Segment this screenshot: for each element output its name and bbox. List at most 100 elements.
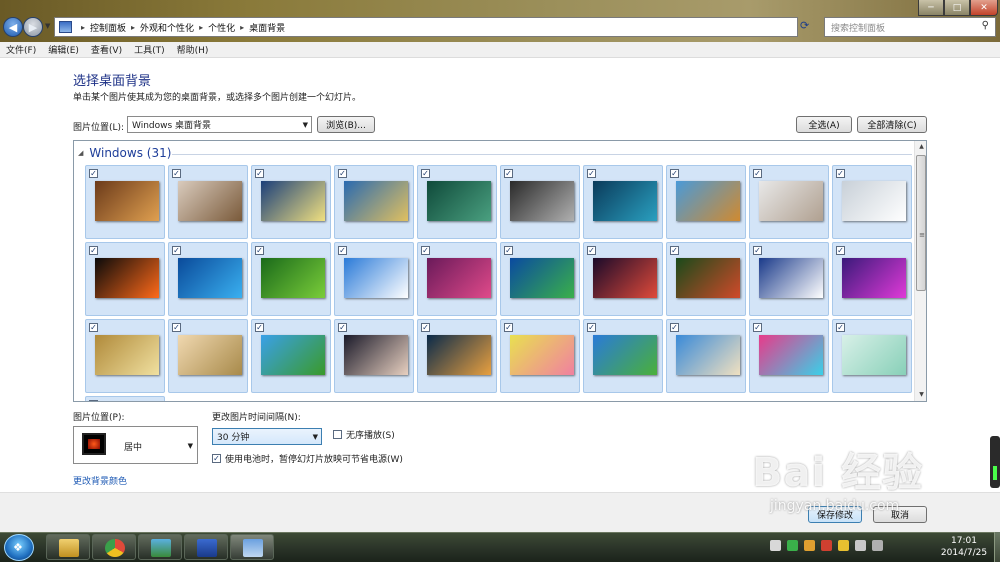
checkbox-checked[interactable]: ✓ [753,246,762,255]
checkbox-checked[interactable]: ✓ [836,169,845,178]
wallpaper-thumbnail[interactable]: ✓ [583,242,663,316]
keyboard-icon[interactable] [770,540,781,551]
search-input[interactable]: 搜索控制面板 ⚲ [824,17,996,37]
wallpaper-thumbnail[interactable]: ✓ [334,319,414,393]
taskbar-explorer[interactable] [46,534,90,560]
maximize-button[interactable]: □ [944,0,970,16]
menu-file[interactable]: 文件(F) [6,43,36,56]
checkbox-checked[interactable]: ✓ [421,246,430,255]
checkbox-checked[interactable]: ✓ [504,246,513,255]
checkbox-checked[interactable]: ✓ [255,169,264,178]
picture-position-dropdown[interactable]: 居中 ▼ [73,426,198,464]
network-icon[interactable] [855,540,866,551]
clear-all-button[interactable]: 全部清除(C) [857,116,927,133]
scrollbar-thumb[interactable]: ≡ [916,155,926,291]
checkbox-checked[interactable]: ✓ [504,323,513,332]
security-icon[interactable] [787,540,798,551]
checkbox-checked[interactable]: ✓ [587,246,596,255]
menu-edit[interactable]: 编辑(E) [48,43,79,56]
wallpaper-thumbnail[interactable]: ✓ [666,165,746,239]
wallpaper-thumbnail[interactable]: ✓ [85,165,165,239]
shuffle-checkbox[interactable]: 无序播放(S) [333,428,395,441]
wallpaper-thumbnail[interactable]: ✓ [417,165,497,239]
menu-help[interactable]: 帮助(H) [177,43,209,56]
checkbox-checked[interactable]: ✓ [836,246,845,255]
recent-pages-dropdown[interactable]: ▼ [45,22,50,30]
close-button[interactable]: ✕ [970,0,998,16]
browse-button[interactable]: 浏览(B)... [317,116,375,133]
picture-location-dropdown[interactable]: Windows 桌面背景 ▼ [127,116,312,133]
breadcrumb-separator[interactable]: ▸ [199,23,203,32]
wallpaper-thumbnail[interactable]: ✓ [666,319,746,393]
wallpaper-thumbnail[interactable]: ✓ [168,165,248,239]
wallpaper-thumbnail[interactable]: ✓ [500,165,580,239]
wallpaper-thumbnail[interactable]: ✓ [583,165,663,239]
scroll-up-icon[interactable]: ▲ [915,143,926,150]
checkbox-checked[interactable]: ✓ [172,169,181,178]
breadcrumb-separator[interactable]: ▸ [240,23,244,32]
forward-button[interactable]: ▶ [23,17,43,37]
interval-dropdown[interactable]: 30 分钟 ▼ [212,428,322,445]
breadcrumb-personalization[interactable]: 个性化 [208,21,235,34]
taskbar-chrome[interactable] [92,534,136,560]
wallpaper-thumbnail[interactable]: ✓ [749,242,829,316]
wallpaper-thumbnail[interactable]: ✓ [85,319,165,393]
checkbox-checked[interactable]: ✓ [587,169,596,178]
wallpaper-thumbnail[interactable]: ✓ [251,242,331,316]
checkbox-checked[interactable]: ✓ [172,323,181,332]
breadcrumb-appearance[interactable]: 外观和个性化 [140,21,194,34]
minimize-button[interactable]: ─ [918,0,944,16]
checkbox-checked[interactable]: ✓ [255,246,264,255]
wallpaper-thumbnail[interactable]: ✓ [749,319,829,393]
wallpaper-thumbnail[interactable]: ✓ [832,242,912,316]
checkbox-checked[interactable]: ✓ [338,323,347,332]
taskbar-app[interactable] [138,534,182,560]
wallpaper-thumbnail[interactable]: ✓ [334,242,414,316]
checkbox-checked[interactable]: ✓ [338,246,347,255]
start-button[interactable]: ❖ [4,534,34,561]
refresh-icon[interactable]: ⟳ [800,19,809,32]
checkbox-checked[interactable]: ✓ [587,323,596,332]
checkbox-checked[interactable]: ✓ [504,169,513,178]
qq-icon[interactable] [804,540,815,551]
menu-tools[interactable]: 工具(T) [134,43,165,56]
breadcrumb-control-panel[interactable]: 控制面板 [90,21,126,34]
checkbox-checked[interactable]: ✓ [89,169,98,178]
checkbox-checked[interactable]: ✓ [255,323,264,332]
wallpaper-thumbnail[interactable]: ✓ [832,319,912,393]
checkbox-checked[interactable]: ✓ [670,169,679,178]
group-header[interactable]: ◢ Windows (31) [78,146,171,160]
checkbox-checked[interactable]: ✓ [89,400,98,401]
checkbox-checked[interactable]: ✓ [89,323,98,332]
wallpaper-thumbnail[interactable]: ✓ [251,319,331,393]
checkbox-checked[interactable]: ✓ [670,323,679,332]
volume-icon[interactable] [872,540,883,551]
wallpaper-thumbnail[interactable]: ✓ [500,319,580,393]
checkbox-checked[interactable]: ✓ [338,169,347,178]
checkbox-checked[interactable]: ✓ [670,246,679,255]
clock[interactable]: 17:01 2014/7/25 [934,535,994,559]
checkbox-checked[interactable]: ✓ [836,323,845,332]
checkbox-checked[interactable]: ✓ [89,246,98,255]
back-button[interactable]: ◀ [3,17,23,37]
checkbox-checked[interactable]: ✓ [172,246,181,255]
wallpaper-thumbnail[interactable]: ✓ [666,242,746,316]
breadcrumb-separator[interactable]: ▸ [81,23,85,32]
magnifier-icon[interactable]: ⚲ [982,20,989,31]
battery-checkbox[interactable]: ✓ 使用电池时，暂停幻灯片放映可节省电源(W) [212,452,403,465]
select-all-button[interactable]: 全选(A) [796,116,852,133]
wallpaper-thumbnail[interactable]: ✓ [500,242,580,316]
wallpaper-thumbnail[interactable]: ✓ [85,396,165,401]
checkbox-checked[interactable]: ✓ [753,169,762,178]
wallpaper-thumbnail[interactable]: ✓ [583,319,663,393]
wallpaper-thumbnail[interactable]: ✓ [251,165,331,239]
breadcrumb-desktop-background[interactable]: 桌面背景 [249,21,285,34]
wallpaper-thumbnail[interactable]: ✓ [749,165,829,239]
checkbox-checked[interactable]: ✓ [421,323,430,332]
wallpaper-thumbnail[interactable]: ✓ [832,165,912,239]
app-tray-icon[interactable] [821,540,832,551]
taskbar-control-panel[interactable] [230,534,274,560]
collapse-icon[interactable]: ◢ [78,149,83,157]
wallpaper-thumbnail[interactable]: ✓ [85,242,165,316]
address-bar[interactable]: ▸ 控制面板 ▸ 外观和个性化 ▸ 个性化 ▸ 桌面背景 [54,17,798,37]
